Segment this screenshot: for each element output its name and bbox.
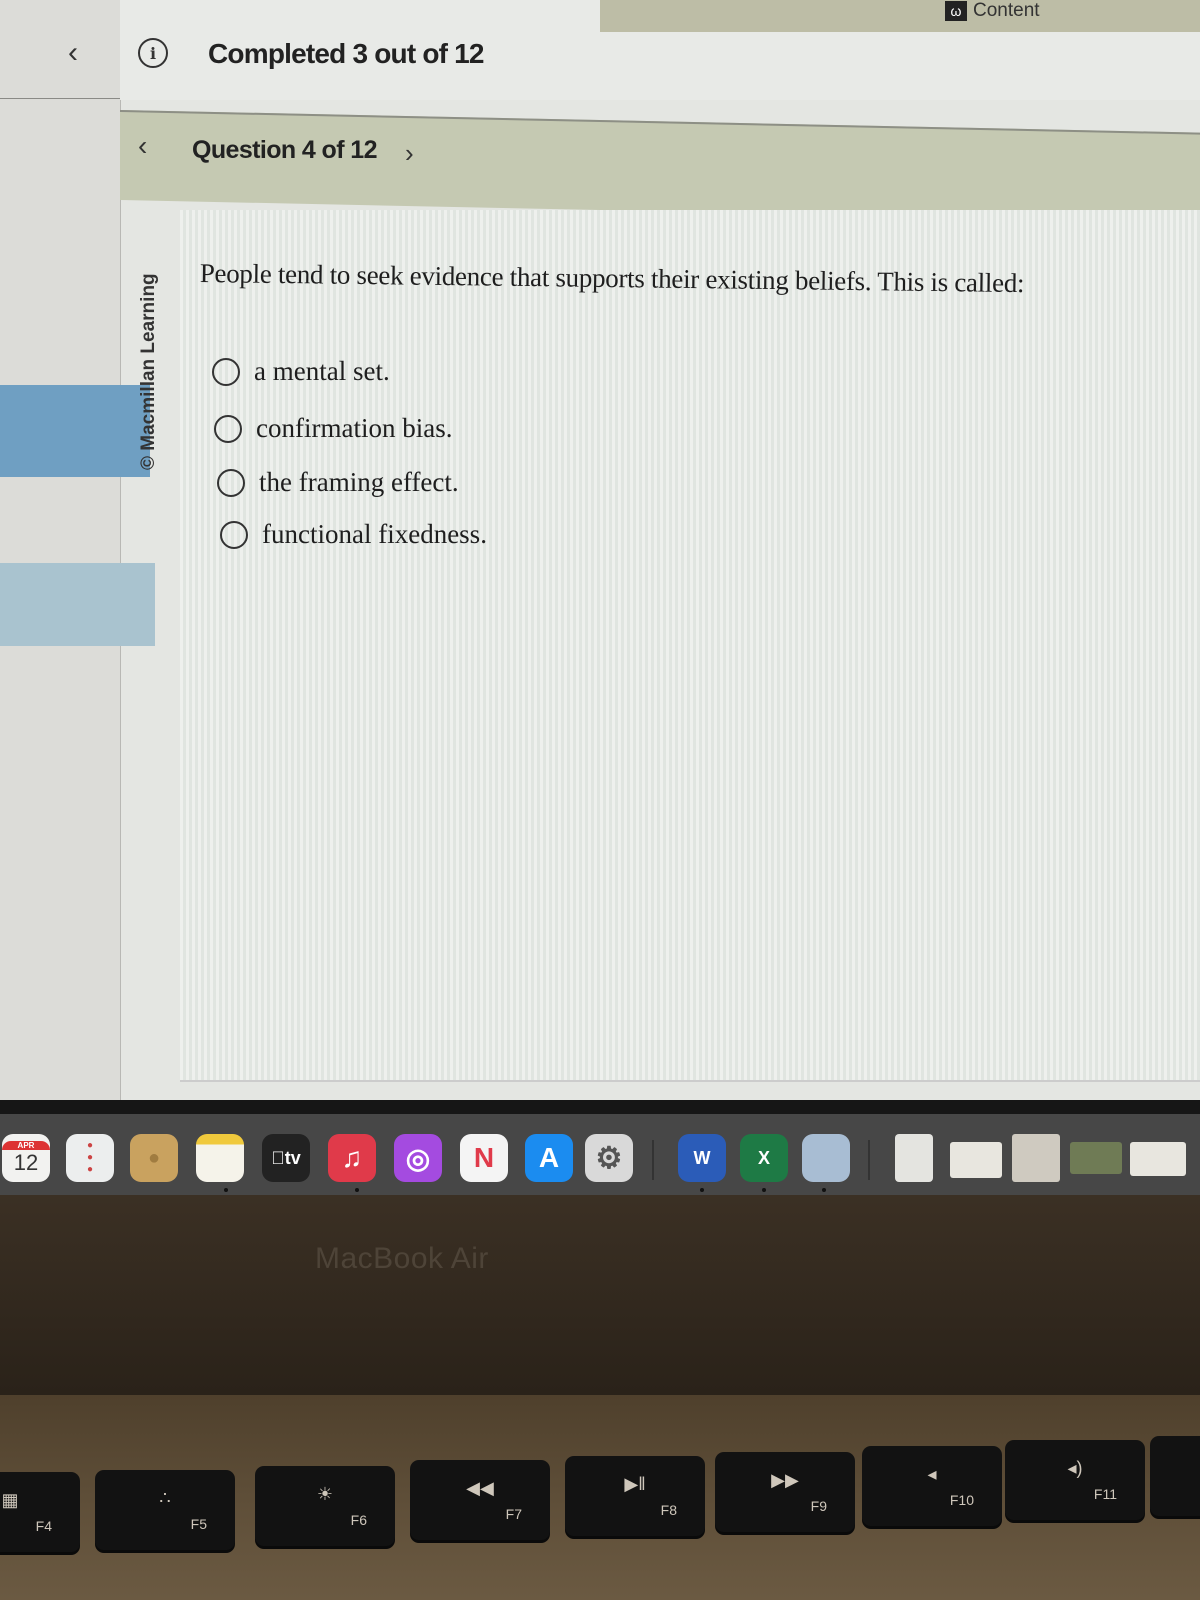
contacts-icon: ● — [147, 1146, 161, 1169]
key-label: F10 — [949, 1492, 974, 1508]
running-indicator — [822, 1188, 826, 1192]
calendar-day: 12 — [13, 1149, 39, 1175]
device-model-label: MacBook Air — [315, 1242, 489, 1275]
key-label: F4 — [35, 1518, 52, 1534]
rewind-icon: ◀◀ — [466, 1478, 494, 1498]
question-counter: Question 4 of 12 — [192, 136, 377, 164]
play-pause-icon: ▶‖ — [624, 1474, 646, 1494]
browser-screen: ‹ ω Content i Completed 3 out of 12 ‹ Qu… — [0, 0, 1200, 1100]
brightness-up-icon: ☀ — [316, 1484, 334, 1504]
laptop-bezel — [0, 1195, 1200, 1395]
dock-recent-window[interactable] — [1012, 1134, 1060, 1182]
dock-app-notes[interactable] — [196, 1134, 244, 1182]
radio-button[interactable] — [217, 468, 245, 497]
answer-option[interactable]: functional fixedness. — [220, 519, 487, 550]
dock-app-preview[interactable] — [802, 1134, 850, 1182]
nav-highlight[interactable] — [0, 385, 150, 477]
key-label: F8 — [660, 1502, 677, 1518]
app-store-icon: A — [538, 1142, 560, 1173]
key-label: F7 — [505, 1506, 522, 1522]
key-f9[interactable]: ▶▶ F9 — [715, 1452, 855, 1532]
content-label: Content — [973, 0, 1040, 21]
dock-recent-window[interactable] — [1130, 1142, 1186, 1176]
key-f11[interactable]: ◂) F11 — [1005, 1440, 1145, 1520]
music-icon: ♫ — [341, 1142, 363, 1173]
dock-divider — [868, 1140, 870, 1180]
calendar-month: APR — [2, 1140, 50, 1150]
question-panel — [180, 210, 1200, 1082]
key-f6[interactable]: ☀ F6 — [255, 1466, 395, 1546]
content-link[interactable]: ω Content — [945, 0, 1040, 22]
running-indicator — [224, 1188, 228, 1192]
option-label: confirmation bias. — [256, 413, 453, 443]
question-nav-bar — [120, 110, 1200, 223]
key-f7[interactable]: ◀◀ F7 — [410, 1460, 550, 1540]
podcasts-icon: ◎ — [405, 1142, 431, 1174]
dock-divider — [652, 1140, 654, 1180]
dock-app-word[interactable]: W — [678, 1134, 726, 1182]
dock-app-app-store[interactable]: A — [525, 1134, 573, 1182]
answer-option[interactable]: confirmation bias. — [214, 413, 452, 444]
content-icon: ω — [945, 1, 967, 21]
dock-document[interactable] — [895, 1134, 933, 1182]
key-f10[interactable]: ◂ F10 — [862, 1446, 1002, 1526]
dock-app-news[interactable]: N — [460, 1134, 508, 1182]
running-indicator — [762, 1188, 766, 1192]
key-f8[interactable]: ▶‖ F8 — [565, 1456, 705, 1536]
key-label: F9 — [810, 1498, 827, 1514]
brightness-down-icon: ∴ — [159, 1488, 171, 1508]
dock-app-apple-tv[interactable]: tv — [262, 1134, 310, 1182]
radio-button[interactable] — [212, 357, 240, 386]
divider — [0, 98, 120, 99]
option-label: functional fixedness. — [262, 519, 487, 549]
key-f5[interactable]: ∴ F5 — [95, 1470, 235, 1550]
dock-app-system-settings[interactable]: ⚙ — [585, 1134, 633, 1182]
top-toolbar — [600, 0, 1200, 32]
key-f4[interactable]: ▦ F4 — [0, 1472, 80, 1552]
option-label: the framing effect. — [259, 467, 459, 497]
dock-app-calendar[interactable]: APR 12 — [2, 1134, 50, 1182]
reminders-icon: ● ● ● — [86, 1140, 94, 1175]
mute-icon: ◂ — [927, 1464, 937, 1484]
left-nav-panel — [0, 0, 155, 1100]
key-label: F5 — [190, 1516, 207, 1532]
dock-app-contacts[interactable]: ● — [130, 1134, 178, 1182]
info-icon[interactable]: i — [138, 38, 168, 68]
apple-tv-icon: tv — [271, 1147, 301, 1168]
key-label: F6 — [350, 1512, 367, 1528]
word-icon: W — [693, 1147, 711, 1168]
volume-down-icon: ◂) — [1067, 1458, 1083, 1478]
dock-recent-window[interactable] — [1070, 1142, 1122, 1174]
chevron-left-icon[interactable]: ‹ — [68, 36, 78, 70]
radio-button[interactable] — [214, 414, 242, 443]
dock-app-excel[interactable]: X — [740, 1134, 788, 1182]
previous-question-button[interactable]: ‹ — [138, 130, 147, 162]
dock-app-reminders[interactable]: ● ● ● — [66, 1134, 114, 1182]
answer-option[interactable]: a mental set. — [212, 356, 390, 387]
copyright-watermark: © Macmillan Learning — [138, 273, 159, 470]
next-question-button[interactable]: › — [405, 138, 414, 169]
running-indicator — [700, 1188, 704, 1192]
fast-forward-icon: ▶▶ — [771, 1470, 799, 1490]
answer-option[interactable]: the framing effect. — [217, 467, 459, 498]
option-label: a mental set. — [254, 356, 390, 386]
dock-recent-window[interactable] — [950, 1142, 1002, 1178]
dock-app-podcasts[interactable]: ◎ — [394, 1134, 442, 1182]
news-icon: N — [473, 1142, 495, 1173]
radio-button[interactable] — [220, 520, 248, 549]
excel-icon: X — [757, 1147, 770, 1168]
nav-item[interactable] — [0, 563, 155, 646]
launchpad-icon: ▦ — [1, 1490, 19, 1510]
dock-app-music[interactable]: ♫ — [328, 1134, 376, 1182]
gear-icon: ⚙ — [595, 1141, 623, 1175]
key-label: F11 — [1093, 1486, 1117, 1502]
completion-status: Completed 3 out of 12 — [208, 38, 484, 69]
key-f12[interactable] — [1150, 1436, 1200, 1516]
running-indicator — [355, 1188, 359, 1192]
